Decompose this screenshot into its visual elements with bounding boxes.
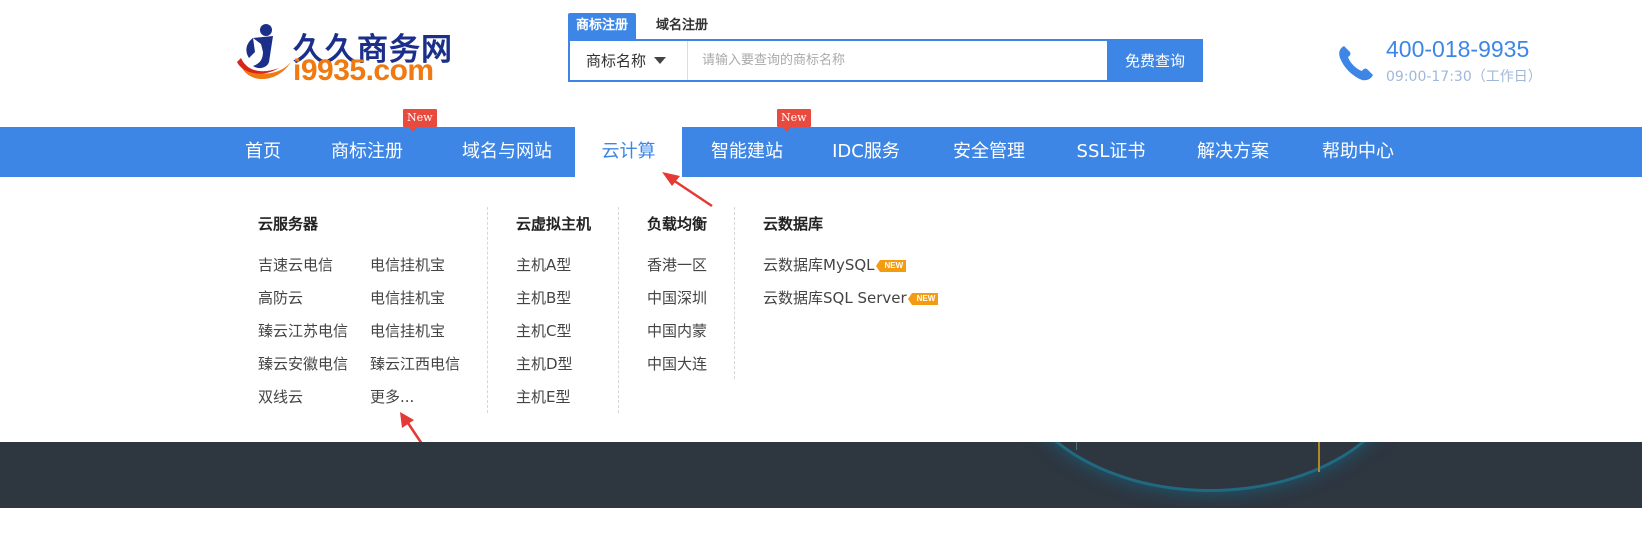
banner-decoration [1318, 442, 1320, 472]
caret-down-icon [654, 57, 667, 64]
new-tag: NEW [875, 259, 907, 272]
phone-icon [1339, 46, 1373, 81]
menu-link-label: 云数据库SQL Server [763, 289, 907, 307]
menu-link[interactable]: 中国内蒙 [647, 320, 707, 341]
menu-link[interactable]: 主机A型 [516, 254, 571, 275]
menu-link[interactable]: 主机E型 [516, 386, 570, 407]
main-nav: 首页 商标注册 域名与网站 云计算 智能建站 IDC服务 安全管理 SSL证书 … [0, 127, 1642, 177]
logo-name-en: i9935.com [293, 54, 434, 87]
col-title-cloud-db: 云数据库 [763, 215, 824, 233]
site-logo[interactable]: 久久商务网 i9935.com [233, 20, 452, 87]
menu-link[interactable]: 电信挂机宝 [370, 320, 445, 341]
search-tabs: 商标注册 域名注册 [568, 13, 716, 39]
nav-item-domain-website[interactable]: 域名与网站 [452, 127, 562, 177]
nav-item-home[interactable]: 首页 [236, 127, 290, 177]
menu-link[interactable]: 臻云江西电信 [370, 353, 460, 374]
col-title-load-balance: 负载均衡 [647, 215, 708, 233]
search-type-select[interactable]: 商标名称 [570, 41, 688, 80]
menu-link[interactable]: 高防云 [258, 287, 303, 308]
banner-decoration [1076, 442, 1077, 450]
banner-decoration [1010, 442, 1410, 492]
contact-phone: 400-018-9935 09:00-17:30（工作日） [1336, 36, 1576, 86]
nav-item-trademark[interactable]: 商标注册 [322, 127, 412, 177]
menu-link-mysql[interactable]: 云数据库MySQL NEW [763, 254, 907, 275]
nav-item-ssl[interactable]: SSL证书 [1068, 127, 1154, 177]
nav-item-help[interactable]: 帮助中心 [1312, 127, 1404, 177]
menu-link[interactable]: 臻云江苏电信 [258, 320, 348, 341]
phone-number: 400-018-9935 [1386, 36, 1530, 62]
new-badge-smart-site: New [777, 109, 811, 132]
page: 久久商务网 i9935.com 商标注册 域名注册 商标名称 免费查询 400-… [0, 0, 1642, 537]
nav-item-security[interactable]: 安全管理 [946, 127, 1032, 177]
menu-link[interactable]: 主机C型 [516, 320, 571, 341]
hero-banner [0, 442, 1642, 508]
phone-hours: 09:00-17:30（工作日） [1386, 69, 1542, 85]
menu-link[interactable]: 臻云安徽电信 [258, 353, 348, 374]
menu-link[interactable]: 电信挂机宝 [370, 254, 445, 275]
search-type-value: 商标名称 [586, 52, 647, 70]
nav-item-idc[interactable]: IDC服务 [826, 127, 906, 177]
annotation-arrow-icon [662, 172, 713, 208]
search-input[interactable] [688, 41, 1107, 80]
search-tab-domain[interactable]: 域名注册 [648, 13, 716, 39]
menu-link[interactable]: 中国深圳 [647, 287, 707, 308]
menu-link[interactable]: 电信挂机宝 [370, 287, 445, 308]
menu-link[interactable]: 主机B型 [516, 287, 571, 308]
nav-item-solutions[interactable]: 解决方案 [1188, 127, 1278, 177]
menu-link[interactable]: 中国大连 [647, 353, 707, 374]
menu-link[interactable]: 香港一区 [647, 254, 707, 275]
menu-link[interactable]: 双线云 [258, 386, 303, 407]
col-title-cloud-server: 云服务器 [258, 215, 319, 233]
menu-link-label: 云数据库MySQL [763, 256, 875, 274]
column-divider [618, 207, 619, 413]
menu-link-sqlserver[interactable]: 云数据库SQL Server NEW [763, 287, 939, 308]
search-tab-trademark[interactable]: 商标注册 [568, 13, 637, 39]
column-divider [734, 207, 735, 379]
search-button[interactable]: 免费查询 [1107, 39, 1203, 82]
logo-person-icon [237, 24, 291, 80]
menu-link[interactable]: 吉速云电信 [258, 254, 333, 275]
column-divider [487, 207, 488, 413]
menu-link[interactable]: 主机D型 [516, 353, 573, 374]
new-tag: NEW [907, 292, 939, 305]
more-link[interactable]: 更多... [370, 386, 414, 407]
search-box: 商标名称 免费查询 [568, 39, 1203, 82]
new-badge-trademark: New [403, 109, 437, 132]
col-title-virtual-host: 云虚拟主机 [516, 215, 592, 233]
search-widget: 商标注册 域名注册 商标名称 免费查询 [568, 13, 1203, 83]
